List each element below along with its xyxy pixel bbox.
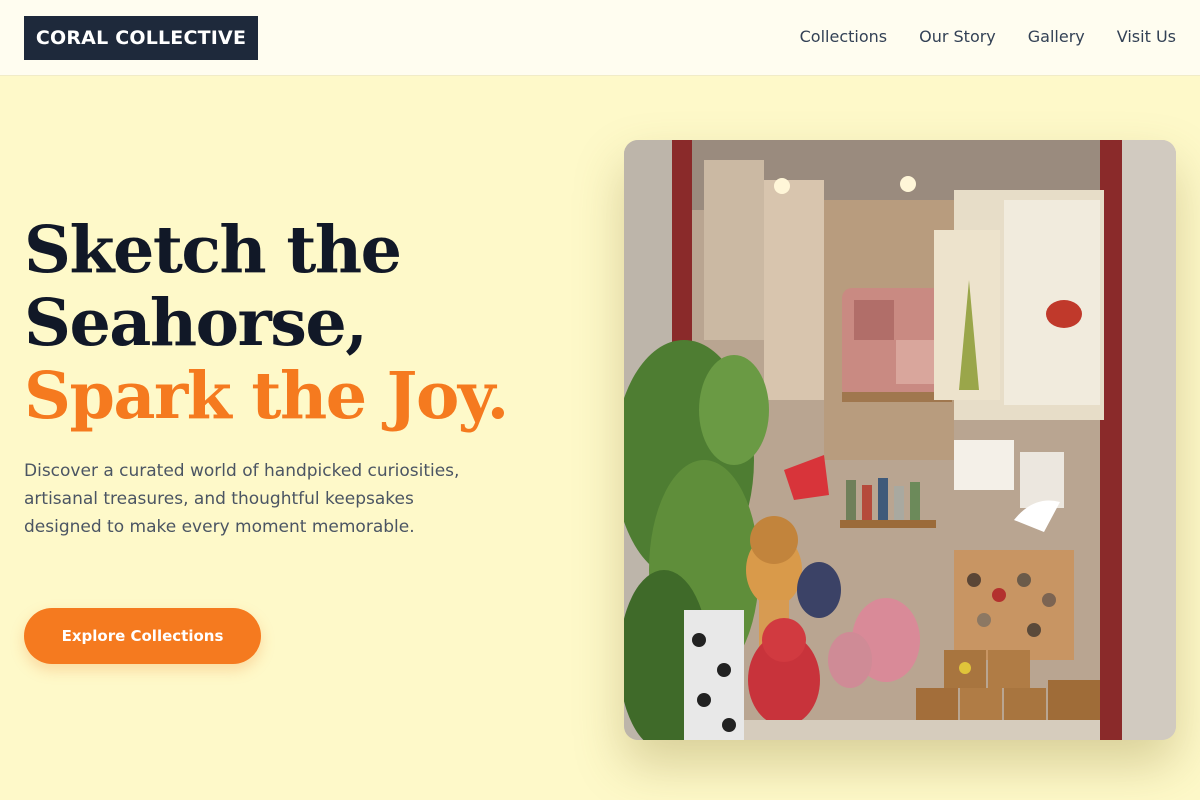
hero-title-line-1: Sketch the (24, 212, 402, 288)
nav-link-our-story[interactable]: Our Story (919, 26, 996, 48)
site-header: CORAL COLLECTIVE Collections Our Story G… (0, 0, 1200, 76)
hero-title: Sketch the Seahorse, Spark the Joy. (24, 214, 564, 433)
hero-title-line-2: Seahorse, (24, 285, 368, 361)
nav-link-visit-us[interactable]: Visit Us (1117, 26, 1176, 48)
nav-link-gallery[interactable]: Gallery (1028, 26, 1085, 48)
explore-collections-button[interactable]: Explore Collections (24, 608, 261, 664)
hero-description: Discover a curated world of handpicked c… (24, 461, 460, 537)
nav-link-collections[interactable]: Collections (800, 26, 887, 48)
main-nav: Collections Our Story Gallery Visit Us (800, 26, 1176, 48)
hero-title-accent: Spark the Joy. (24, 358, 509, 434)
hero-image (624, 140, 1176, 740)
brand-logo[interactable]: CORAL COLLECTIVE (24, 16, 258, 60)
